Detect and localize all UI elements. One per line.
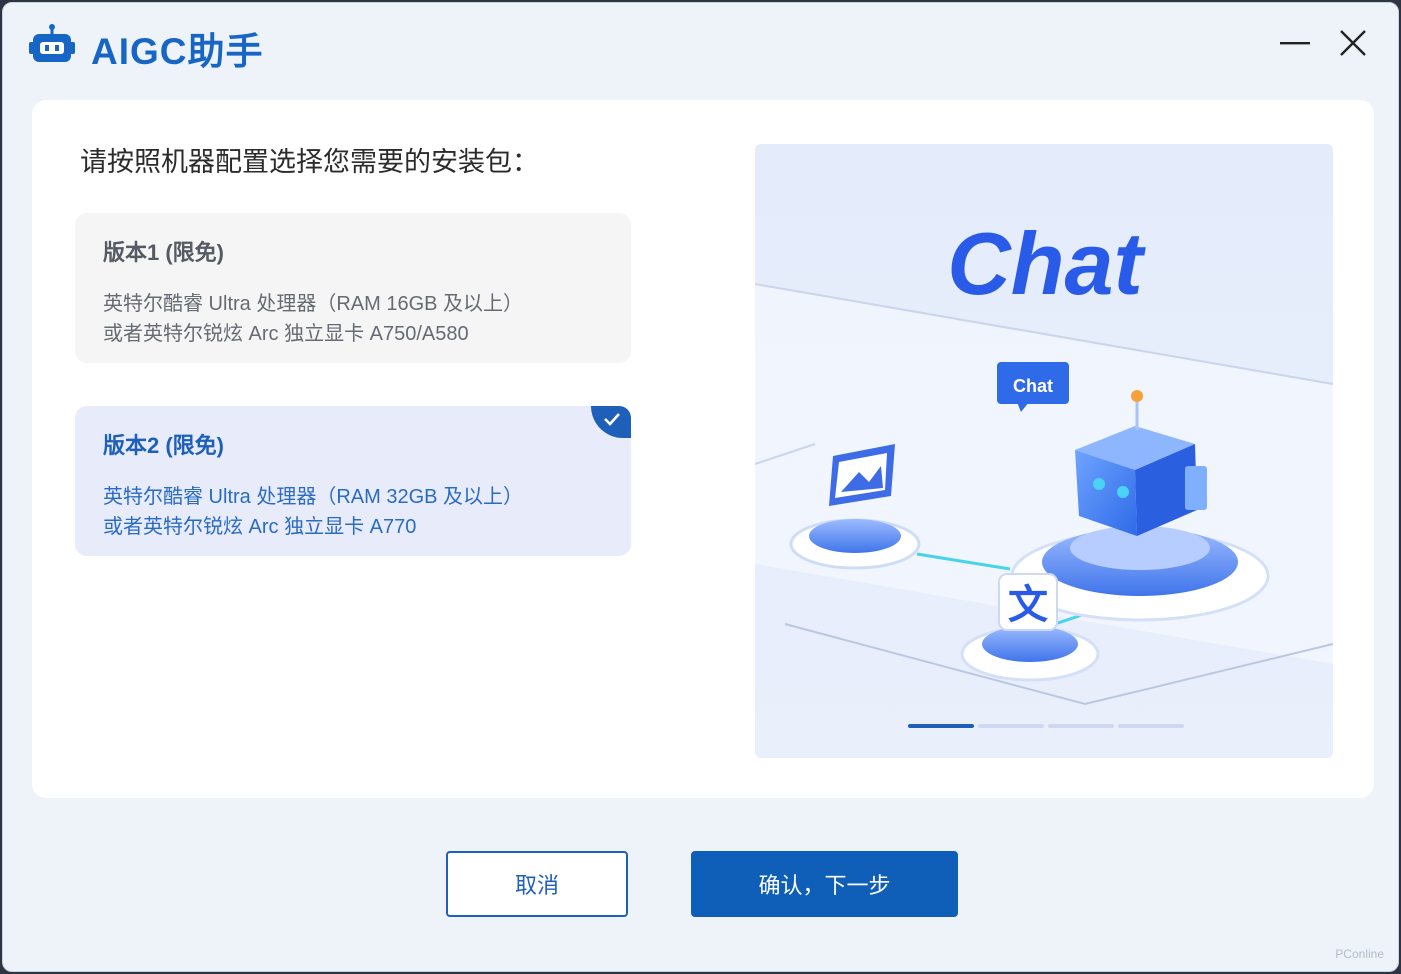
app-title: AIGC助手 xyxy=(91,31,264,72)
watermark-text: PConline xyxy=(1335,947,1384,961)
selected-badge xyxy=(591,406,631,438)
installer-window: AIGC助手 请按照机器配置选择您需要的安装包： 版本1 (限免) 英特尔酷睿 … xyxy=(2,2,1399,972)
option-requirement-cpu: 英特尔酷睿 Ultra 处理器（RAM 32GB 及以上） xyxy=(103,486,524,508)
content-panel: 请按照机器配置选择您需要的安装包： 版本1 (限免) 英特尔酷睿 Ultra 处… xyxy=(32,100,1374,798)
slide-indicator xyxy=(908,724,1184,730)
slide-dot-4[interactable] xyxy=(1118,724,1184,728)
confirm-next-button[interactable]: 确认，下一步 xyxy=(691,851,958,917)
slide-dot-1[interactable] xyxy=(908,724,974,728)
title-bar: AIGC助手 xyxy=(3,3,1398,87)
close-icon xyxy=(1340,30,1366,56)
option-requirement-cpu: 英特尔酷睿 Ultra 处理器（RAM 16GB 及以上） xyxy=(103,293,524,315)
feature-illustration: Chat Chat 文 xyxy=(755,144,1333,758)
cancel-button[interactable]: 取消 xyxy=(446,851,628,917)
option-title: 版本2 (限免) xyxy=(103,433,225,458)
chat-headline: Chat xyxy=(947,214,1146,313)
checkmark-icon xyxy=(604,413,620,426)
minimize-button[interactable] xyxy=(1273,21,1317,65)
option-title: 版本1 (限免) xyxy=(103,240,225,265)
slide-dot-2[interactable] xyxy=(978,724,1044,728)
translate-text-icon: 文 xyxy=(998,573,1058,631)
option-requirement-gpu: 或者英特尔锐炫 Arc 独立显卡 A770 xyxy=(103,516,417,538)
robot-logo-icon xyxy=(29,24,75,62)
selection-prompt: 请按照机器配置选择您需要的安装包： xyxy=(80,147,539,177)
slide-dot-3[interactable] xyxy=(1048,724,1114,728)
option-requirement-gpu: 或者英特尔锐炫 Arc 独立显卡 A750/A580 xyxy=(103,323,469,345)
package-option-version-1[interactable]: 版本1 (限免) 英特尔酷睿 Ultra 处理器（RAM 16GB 及以上） 或… xyxy=(75,213,631,363)
minimize-icon xyxy=(1280,42,1310,45)
chat-bubble-text: Chat xyxy=(1013,376,1053,396)
close-button[interactable] xyxy=(1331,21,1375,65)
package-option-version-2[interactable]: 版本2 (限免) 英特尔酷睿 Ultra 处理器（RAM 32GB 及以上） 或… xyxy=(75,406,631,556)
chat-robot-illustration: Chat Chat 文 xyxy=(755,144,1333,758)
translate-char: 文 xyxy=(1008,582,1048,628)
